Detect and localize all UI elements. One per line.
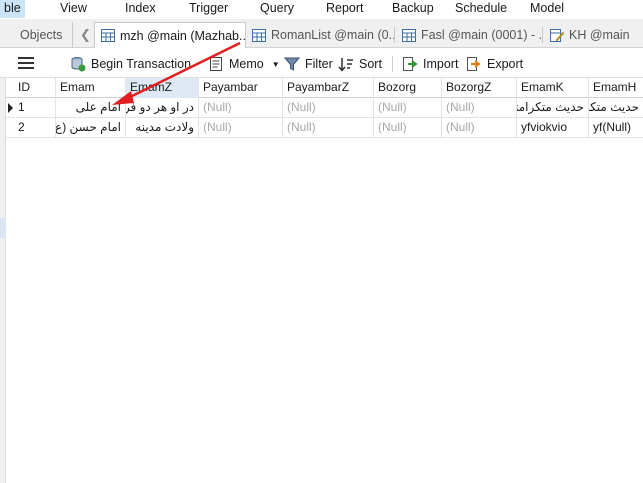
tab-label: KH @main: [569, 28, 630, 42]
hamburger-icon[interactable]: [18, 57, 34, 70]
table-row[interactable]: 1 امام علی در او هر دو فر (Null) (Null) …: [6, 98, 643, 118]
tab-mzh[interactable]: mzh @main (Mazhab... ×: [94, 22, 246, 48]
column-header-payambarz[interactable]: PayambarZ: [283, 78, 374, 98]
table-row[interactable]: 2 امام حسن (ع) ولادت مدینه (Null) (Null)…: [6, 118, 643, 138]
table-cell[interactable]: حدیث متکرامتکرامتک: [589, 98, 643, 118]
import-button[interactable]: Import: [402, 54, 458, 74]
table-cell[interactable]: 2: [14, 118, 56, 138]
tab-romanlist[interactable]: RomanList @main (0...: [246, 22, 394, 48]
table-cell[interactable]: (Null): [442, 118, 517, 138]
import-label: Import: [423, 57, 459, 71]
tab-separator: [394, 27, 395, 43]
table-icon: [101, 29, 115, 42]
table-icon: [252, 28, 266, 42]
table-cell[interactable]: (Null): [283, 118, 374, 138]
table-cell[interactable]: (Null): [199, 118, 283, 138]
table-cell[interactable]: (Null): [442, 98, 517, 118]
table-cell[interactable]: ولادت مدینه: [126, 118, 199, 138]
begin-transaction-label: Begin Transaction: [91, 57, 192, 71]
table-cell[interactable]: حدیث متکرامتکرامتک: [517, 98, 589, 118]
tab-fasl[interactable]: Fasl @main (0001) - ...: [396, 22, 542, 48]
filter-label: Filter: [305, 57, 333, 71]
table-cell[interactable]: امام حسن (ع): [56, 118, 126, 138]
column-header-payambar[interactable]: Payambar: [199, 78, 283, 98]
tab-objects[interactable]: Objects: [10, 22, 74, 48]
filter-icon: [284, 57, 300, 71]
memo-icon: [210, 57, 222, 71]
tab-scroll-left-icon[interactable]: ❮: [80, 27, 91, 43]
column-header-emamh[interactable]: EmamH: [589, 78, 643, 98]
column-header-emam[interactable]: Emam: [56, 78, 126, 98]
export-icon: [467, 57, 481, 71]
table-icon: [402, 28, 416, 42]
column-header-id[interactable]: ID: [14, 78, 56, 98]
menu-item-view[interactable]: View: [56, 0, 91, 18]
menu-item-query[interactable]: Query: [256, 0, 298, 18]
sort-label: Sort: [359, 57, 382, 71]
column-header-emamk[interactable]: EmamK: [517, 78, 589, 98]
menu-item-schedule[interactable]: Schedule: [451, 0, 511, 18]
current-row-indicator-icon: [6, 98, 14, 118]
begin-transaction-button[interactable]: Begin Transaction: [70, 54, 191, 74]
menu-item-model[interactable]: Model: [526, 0, 568, 18]
menu-item-backup[interactable]: Backup: [388, 0, 438, 18]
toolbar: Begin Transaction Memo ▼ Filter Sort Imp…: [0, 49, 643, 78]
table-cell[interactable]: 1: [14, 98, 56, 118]
sidebar-selected-item[interactable]: [0, 218, 6, 238]
sort-icon: [338, 58, 353, 72]
table-cell[interactable]: در او هر دو فر: [126, 98, 199, 118]
menu-item-trigger[interactable]: Trigger: [185, 0, 232, 18]
export-button[interactable]: Export: [466, 54, 523, 74]
design-table-icon: [550, 28, 564, 42]
tab-label: mzh @main (Mazhab...: [120, 28, 246, 43]
table-cell[interactable]: امام علی: [56, 98, 126, 118]
table-cell[interactable]: yfviokvio: [517, 118, 589, 138]
tab-label: RomanList @main (0...: [271, 28, 394, 42]
filter-button[interactable]: Filter: [284, 54, 333, 74]
table-cell[interactable]: (Null): [283, 98, 374, 118]
tab-separator: [542, 27, 543, 43]
memo-button[interactable]: Memo ▼: [208, 54, 280, 74]
toolbar-divider: [392, 56, 393, 72]
table-cell[interactable]: (Null): [199, 98, 283, 118]
database-transaction-icon: [71, 57, 86, 72]
table-cell[interactable]: (Null): [374, 98, 442, 118]
table-cell[interactable]: yf(Null): [589, 118, 643, 138]
menu-bar: ble View Index Trigger Query Report Back…: [0, 0, 643, 18]
table-cell[interactable]: (Null): [374, 118, 442, 138]
column-header-bozorg[interactable]: Bozorg: [374, 78, 442, 98]
memo-label: Memo: [229, 57, 264, 71]
tab-label: Fasl @main (0001) - ...: [421, 28, 542, 42]
menu-item-report[interactable]: Report: [322, 0, 368, 18]
import-icon: [403, 57, 418, 71]
column-header-emamz[interactable]: EmamZ: [126, 78, 199, 98]
menu-item-index[interactable]: Index: [121, 0, 160, 18]
grid-header: ID Emam EmamZ Payambar PayambarZ Bozorg …: [6, 78, 643, 98]
column-header-bozorgz[interactable]: BozorgZ: [442, 78, 517, 98]
tab-bar: Objects ❮ mzh @main (Mazhab... × RomanLi…: [0, 19, 643, 48]
menu-item-table[interactable]: ble: [0, 0, 25, 18]
chevron-down-icon[interactable]: ▼: [272, 60, 280, 69]
sort-button[interactable]: Sort: [338, 54, 382, 74]
object-sidebar: [0, 78, 6, 483]
export-label: Export: [487, 57, 524, 71]
tab-kh[interactable]: KH @main: [544, 22, 643, 48]
